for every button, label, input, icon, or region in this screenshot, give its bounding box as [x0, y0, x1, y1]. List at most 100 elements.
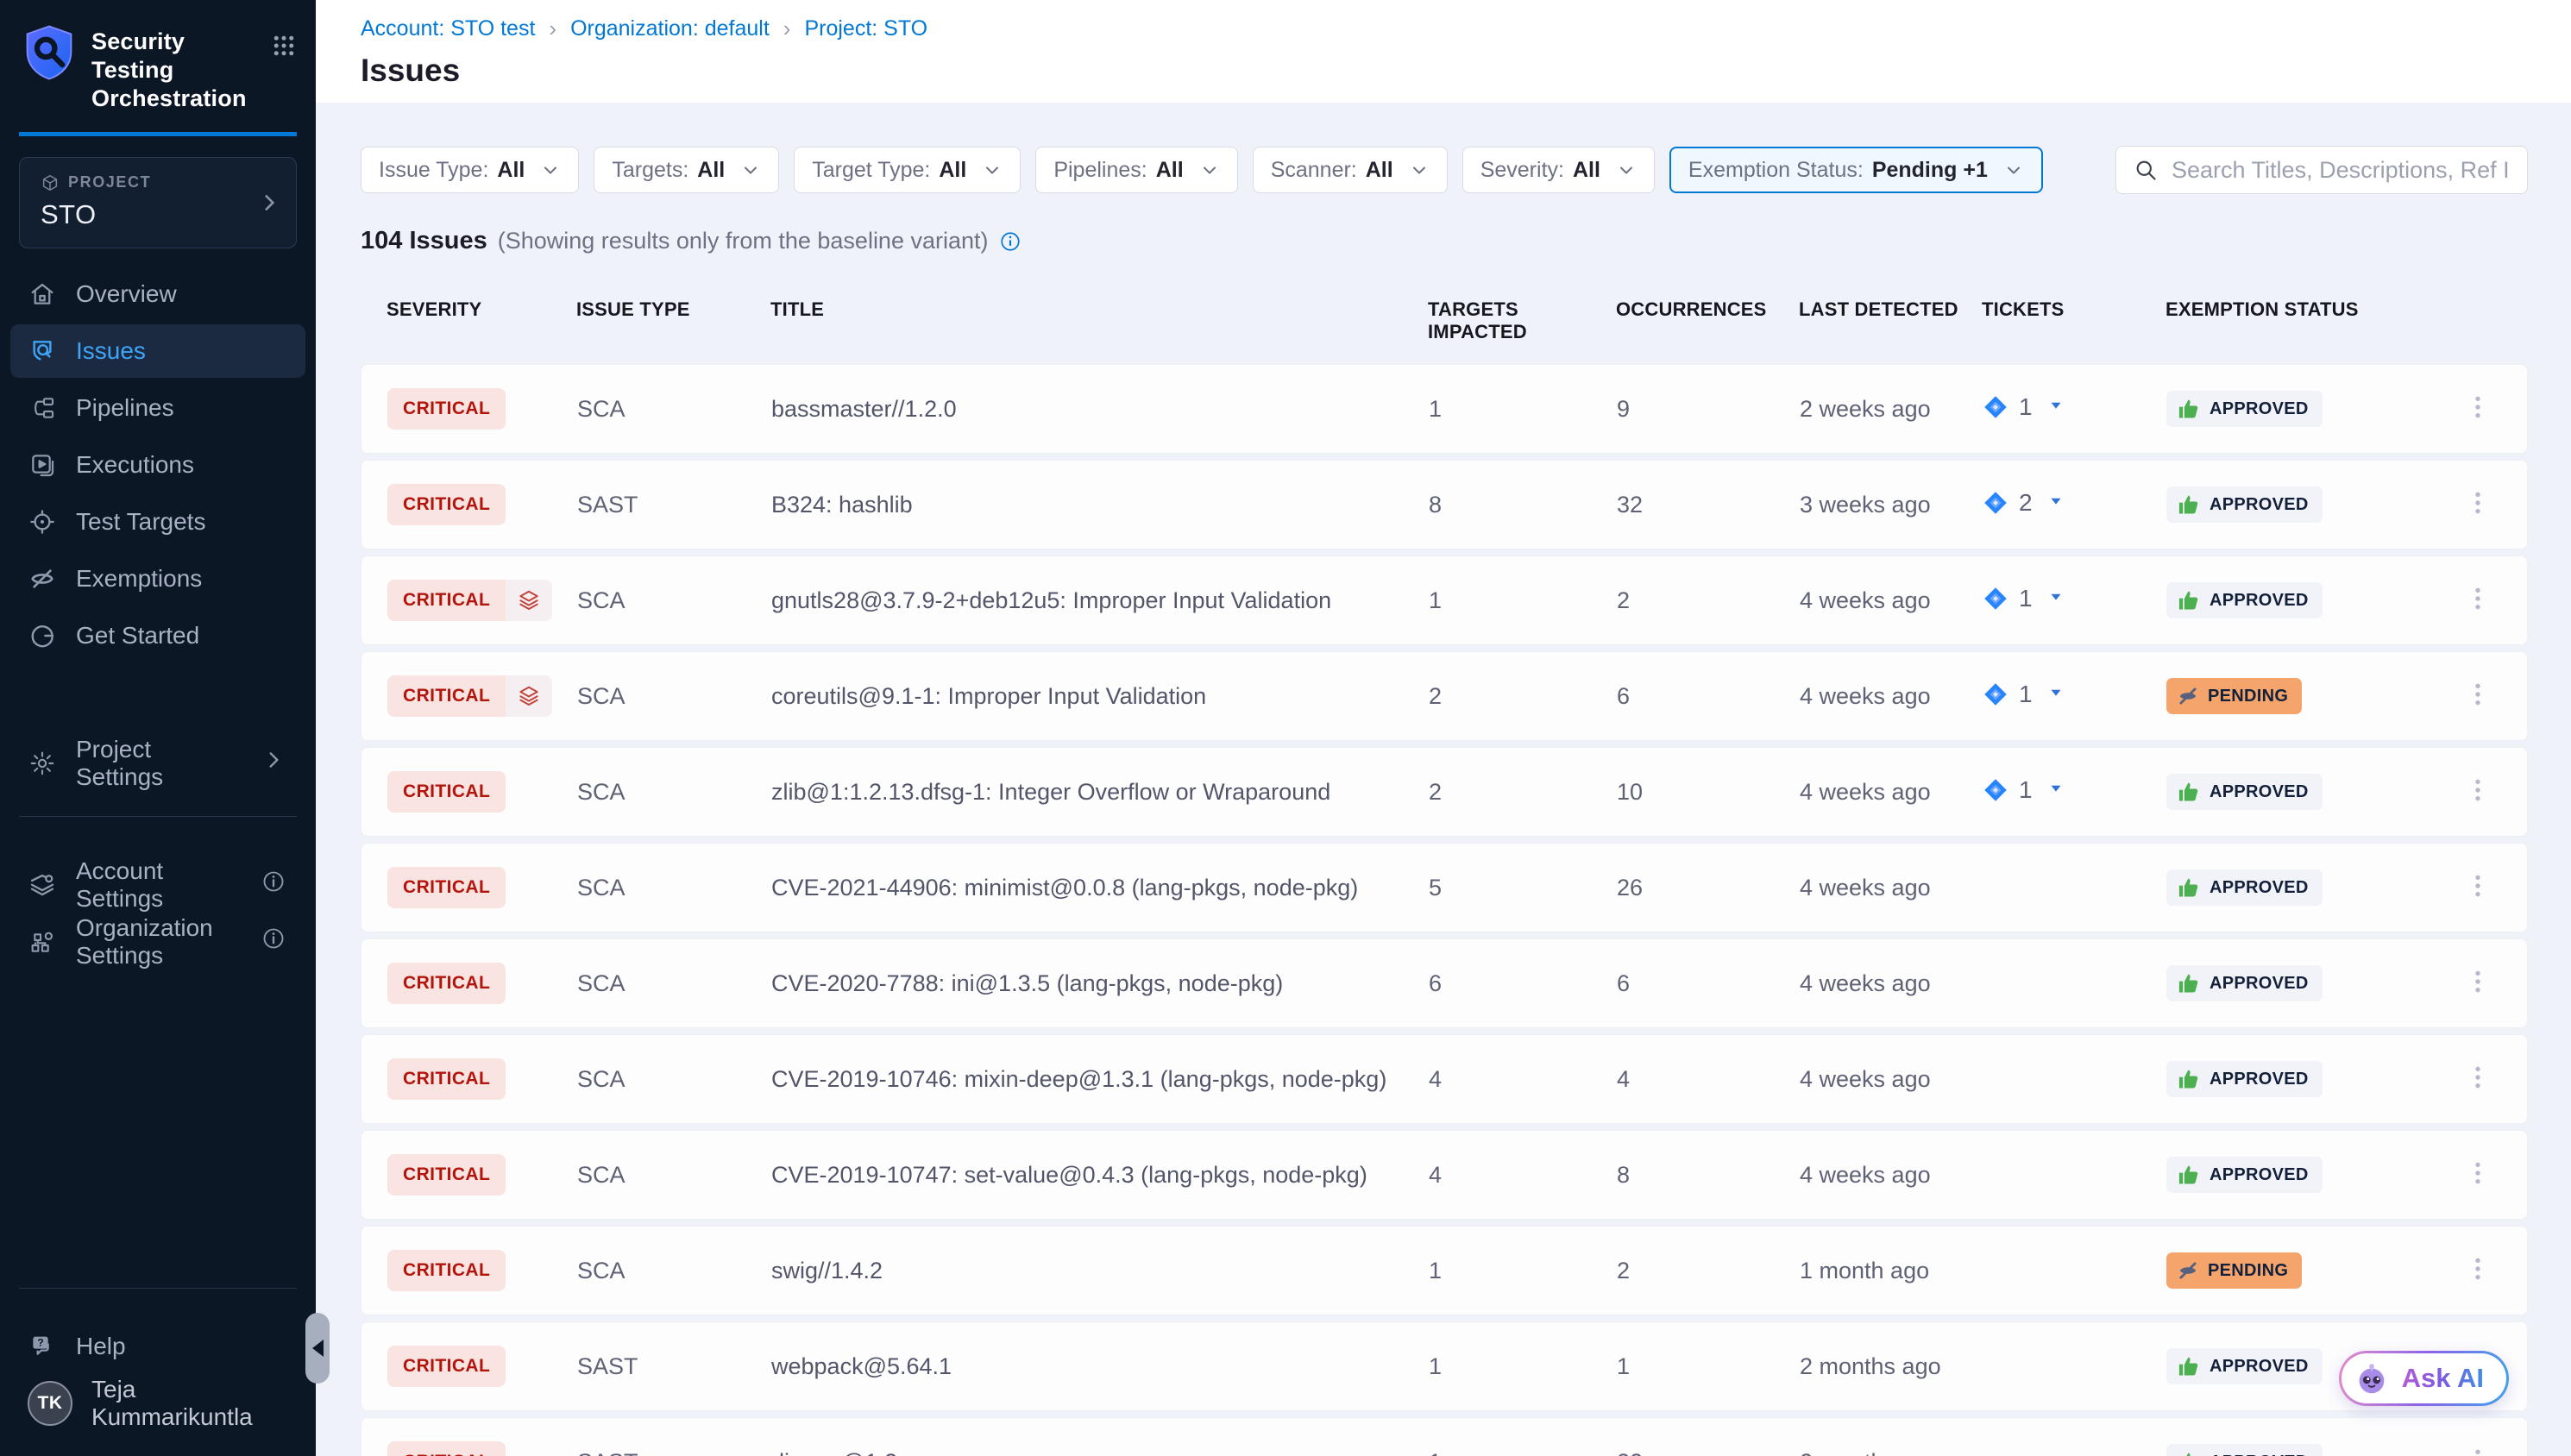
cell-targets-impacted: 2: [1429, 683, 1617, 710]
cell-title[interactable]: bassmaster//1.2.0: [771, 396, 1429, 423]
sidebar-item-test-targets[interactable]: Test Targets: [10, 495, 305, 549]
home-icon: [28, 280, 57, 308]
sidebar-item-help[interactable]: ? Help: [10, 1320, 305, 1373]
cell-title[interactable]: webpack@5.64.1: [771, 1353, 1429, 1380]
cell-title[interactable]: CVE-2021-44906: minimist@0.0.8 (lang-pkg…: [771, 875, 1429, 901]
thumbs-up-icon: [2177, 397, 2201, 421]
sidebar-item-label: Exemptions: [76, 565, 202, 593]
cell-title[interactable]: CVE-2019-10746: mixin-deep@1.3.1 (lang-p…: [771, 1066, 1429, 1093]
ticket-button[interactable]: 1: [1983, 776, 2065, 804]
cell-title[interactable]: CVE-2019-10747: set-value@0.4.3 (lang-pk…: [771, 1162, 1429, 1189]
issue-row[interactable]: CRITICAL SCACVE-2019-10746: mixin-deep@1…: [361, 1034, 2528, 1124]
filter-issue-type[interactable]: Issue Type:All: [361, 147, 579, 193]
ticket-count: 1: [2019, 393, 2033, 421]
issue-row[interactable]: CRITICAL SASTB324: hashlib8323 weeks ago…: [361, 460, 2528, 549]
ticket-button[interactable]: 1: [1983, 681, 2065, 708]
thumbs-up-icon: [2177, 780, 2201, 804]
issue-row[interactable]: CRITICAL SASTdjango@1.21222 months ago A…: [361, 1417, 2528, 1456]
cell-title[interactable]: django@1.2: [771, 1449, 1429, 1456]
severity-label: CRITICAL: [387, 484, 506, 525]
severity-label: CRITICAL: [387, 771, 506, 813]
issue-row[interactable]: CRITICAL SCAcoreutils@9.1-1: Improper In…: [361, 651, 2528, 741]
filter-targets[interactable]: Targets:All: [594, 147, 779, 193]
sidebar-item-issues[interactable]: Issues: [10, 324, 305, 378]
user-menu[interactable]: TK Teja Kummarikuntla: [10, 1377, 305, 1430]
filter-exemption-status[interactable]: Exemption Status:Pending +1: [1669, 147, 2043, 193]
issue-row[interactable]: CRITICAL SCAzlib@1:1.2.13.dfsg-1: Intege…: [361, 747, 2528, 837]
ticket-button[interactable]: 1: [1983, 393, 2065, 421]
sidebar-item-exemptions[interactable]: Exemptions: [10, 552, 305, 606]
thumbs-up-icon: [2177, 1067, 2201, 1091]
sidebar-item-organization-settings[interactable]: Organization Settings: [10, 915, 305, 969]
sidebar-item-project-settings[interactable]: Project Settings: [10, 737, 305, 790]
ticket-button[interactable]: 1: [1983, 585, 2065, 612]
sidebar-item-account-settings[interactable]: Account Settings: [10, 858, 305, 912]
severity-label: CRITICAL: [387, 867, 506, 908]
severity-badge: CRITICAL: [387, 867, 506, 908]
cell-title[interactable]: zlib@1:1.2.13.dfsg-1: Integer Overflow o…: [771, 779, 1429, 806]
issue-row[interactable]: CRITICAL SCACVE-2021-44906: minimist@0.0…: [361, 843, 2528, 932]
get-started-icon: [28, 622, 57, 650]
issue-row[interactable]: CRITICAL SCAgnutls28@3.7.9-2+deb12u5: Im…: [361, 555, 2528, 645]
kebab-menu-icon: [2463, 967, 2492, 996]
row-menu-button[interactable]: [2455, 1153, 2501, 1197]
cell-last-detected: 3 weeks ago: [1800, 492, 1983, 518]
cell-exemption-status: APPROVED: [2166, 582, 2451, 618]
severity-badge: CRITICAL: [387, 1154, 506, 1196]
gear-icon: [28, 750, 57, 777]
filter-target-type[interactable]: Target Type:All: [794, 147, 1021, 193]
search-input[interactable]: [2170, 156, 2510, 185]
chevron-down-icon: [2003, 160, 2024, 180]
filter-scanner[interactable]: Scanner:All: [1253, 147, 1448, 193]
sidebar-item-overview[interactable]: Overview: [10, 267, 305, 321]
cell-title[interactable]: coreutils@9.1-1: Improper Input Validati…: [771, 683, 1429, 710]
cell-exemption-status: APPROVED: [2166, 486, 2451, 523]
module-grid-icon[interactable]: [271, 24, 297, 59]
project-label: PROJECT: [68, 173, 151, 191]
project-label-row: PROJECT: [41, 173, 251, 192]
filter-label: Severity:: [1480, 158, 1564, 183]
row-menu-button[interactable]: [2455, 483, 2501, 527]
eye-slash-icon: [2177, 1259, 2199, 1282]
sidebar-item-get-started[interactable]: Get Started: [10, 609, 305, 662]
severity-label: CRITICAL: [387, 675, 506, 717]
row-menu-button[interactable]: [2455, 1249, 2501, 1293]
sidebar-collapse-handle[interactable]: [305, 1313, 330, 1384]
row-menu-button[interactable]: [2455, 1440, 2501, 1456]
filter-pipelines[interactable]: Pipelines:All: [1035, 147, 1237, 193]
row-menu-button[interactable]: [2455, 770, 2501, 814]
kebab-menu-icon: [2463, 680, 2492, 709]
cell-title[interactable]: swig//1.4.2: [771, 1258, 1429, 1284]
row-menu-button[interactable]: [2455, 1057, 2501, 1101]
cell-title[interactable]: B324: hashlib: [771, 492, 1429, 518]
issue-row[interactable]: CRITICAL SCACVE-2020-7788: ini@1.3.5 (la…: [361, 938, 2528, 1028]
filter-severity[interactable]: Severity:All: [1462, 147, 1655, 193]
issue-row[interactable]: CRITICAL SCAswig//1.4.2121 month ago PEN…: [361, 1226, 2528, 1315]
sidebar-item-pipelines[interactable]: Pipelines: [10, 381, 305, 435]
breadcrumb-link-project-sto[interactable]: Project: STO: [804, 16, 927, 41]
cell-occurrences: 32: [1617, 492, 1800, 518]
row-menu-button[interactable]: [2455, 675, 2501, 719]
breadcrumb-link-account-sto-test[interactable]: Account: STO test: [361, 16, 535, 41]
row-menu-button[interactable]: [2455, 387, 2501, 431]
info-icon[interactable]: [999, 230, 1021, 253]
ask-ai-button[interactable]: Ask AI: [2339, 1351, 2509, 1406]
cell-title[interactable]: CVE-2020-7788: ini@1.3.5 (lang-pkgs, nod…: [771, 970, 1429, 997]
issue-row[interactable]: CRITICAL SASTwebpack@5.64.1112 months ag…: [361, 1321, 2528, 1411]
row-menu-button[interactable]: [2455, 962, 2501, 1006]
issue-row[interactable]: CRITICAL SCAbassmaster//1.2.0192 weeks a…: [361, 364, 2528, 454]
row-menu-button[interactable]: [2455, 866, 2501, 910]
help-chat-icon: ?: [28, 1333, 57, 1360]
sidebar-nav-project-settings: Project Settings: [0, 737, 316, 794]
exemption-status-badge: APPROVED: [2166, 1444, 2323, 1456]
breadcrumb-link-organization-default[interactable]: Organization: default: [570, 16, 770, 41]
row-menu-button[interactable]: [2455, 579, 2501, 623]
sidebar-item-executions[interactable]: Executions: [10, 438, 305, 492]
cell-last-detected: 2 weeks ago: [1800, 396, 1983, 423]
cell-title[interactable]: gnutls28@3.7.9-2+deb12u5: Improper Input…: [771, 587, 1429, 614]
layers-icon: [517, 684, 541, 708]
ticket-button[interactable]: 2: [1983, 489, 2065, 517]
issue-row[interactable]: CRITICAL SCACVE-2019-10747: set-value@0.…: [361, 1130, 2528, 1220]
project-selector[interactable]: PROJECT STO: [19, 157, 297, 248]
breadcrumb-separator: ›: [783, 16, 791, 42]
